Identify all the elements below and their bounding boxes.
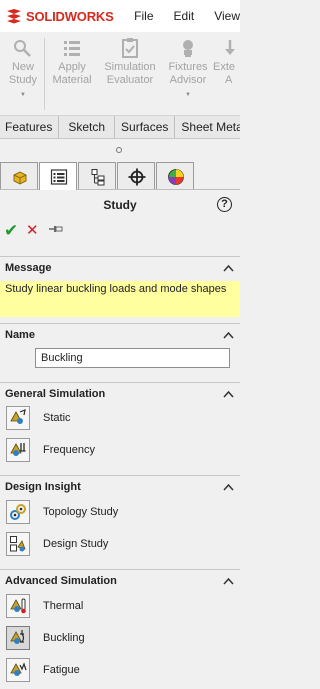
design-study-icon: [6, 532, 30, 556]
collapse-chevron-icon[interactable]: [223, 570, 234, 601]
study-type-fatigue[interactable]: Fatigue: [6, 657, 80, 683]
collapse-chevron-icon[interactable]: [223, 383, 234, 414]
apply-material-button[interactable]: Apply Material: [45, 36, 99, 86]
propertymanager-tab[interactable]: [39, 162, 77, 190]
simulation-evaluator-button[interactable]: Simulation Evaluator: [103, 36, 157, 86]
solidworks-logo[interactable]: SOLIDWORKS: [0, 8, 114, 24]
thermal-study-icon: [6, 594, 30, 618]
tab-sheet-metal[interactable]: Sheet Metal: [175, 116, 240, 138]
simulation-evaluator-icon: [122, 38, 138, 58]
configurationmanager-tab[interactable]: [78, 162, 116, 189]
splitter-handle-icon[interactable]: [116, 147, 122, 153]
apply-material-icon: [64, 41, 80, 56]
study-type-thermal[interactable]: Thermal: [6, 593, 83, 619]
tab-surfaces[interactable]: Surfaces: [115, 116, 176, 138]
message-group-header[interactable]: Message: [0, 256, 240, 278]
static-study-icon: [6, 406, 30, 430]
dimxpertmanager-icon: [128, 168, 146, 186]
design-insight-group-header[interactable]: Design Insight: [0, 475, 240, 497]
displaymanager-tab[interactable]: [156, 162, 194, 189]
featuremanager-icon: [13, 171, 27, 185]
command-manager-tabs: Features Sketch Surfaces Sheet Metal: [0, 116, 240, 139]
menu-bar: File Edit View: [134, 9, 240, 23]
ok-check-icon[interactable]: ✔: [4, 221, 26, 241]
message-text: Study linear buckling loads and mode sha…: [0, 281, 240, 317]
advanced-simulation-group-header[interactable]: Advanced Simulation: [0, 569, 240, 591]
study-type-buckling[interactable]: Buckling: [6, 625, 85, 651]
tab-features[interactable]: Features: [0, 116, 60, 138]
logo-text: SOLIDWORKS: [26, 8, 114, 24]
panel-splitter[interactable]: [0, 140, 240, 160]
title-bar: SOLIDWORKS File Edit View: [0, 0, 240, 32]
property-manager-title: Study: [103, 198, 137, 212]
fatigue-study-icon: [6, 658, 30, 682]
help-icon[interactable]: ?: [217, 197, 232, 212]
fixtures-advisor-button[interactable]: Fixtures Advisor ▼: [161, 36, 215, 102]
ds-logo-icon: [5, 8, 23, 24]
study-type-frequency[interactable]: Frequency: [6, 437, 95, 463]
featuremanager-tab[interactable]: [0, 162, 38, 189]
study-type-static[interactable]: Static: [6, 405, 71, 431]
general-simulation-group-header[interactable]: General Simulation: [0, 382, 240, 404]
cancel-x-icon[interactable]: ✕: [26, 221, 48, 241]
study-type-topology[interactable]: Topology Study: [6, 499, 118, 525]
collapse-chevron-icon[interactable]: [223, 476, 234, 507]
displaymanager-icon: [168, 169, 184, 185]
study-name-input[interactable]: Buckling: [35, 348, 230, 368]
pin-icon[interactable]: [48, 221, 70, 241]
new-study-button[interactable]: New Study ▼: [0, 36, 50, 102]
tab-sketch[interactable]: Sketch: [59, 116, 116, 138]
new-study-icon: [14, 40, 31, 57]
external-loads-button[interactable]: Exte A: [213, 36, 240, 86]
confirm-row: ✔ ✕: [4, 220, 70, 242]
menu-view[interactable]: View: [214, 9, 240, 23]
configurationmanager-icon: [91, 169, 105, 186]
frequency-study-icon: [6, 438, 30, 462]
menu-edit[interactable]: Edit: [174, 9, 195, 23]
menu-file[interactable]: File: [134, 9, 153, 23]
command-manager: New Study ▼ Apply Material Simulation Ev…: [0, 32, 240, 116]
name-group-header[interactable]: Name: [0, 323, 240, 345]
manager-tabs: [0, 160, 240, 190]
propertymanager-icon: [50, 169, 68, 185]
fixtures-advisor-dropdown-icon[interactable]: ▼: [161, 89, 215, 102]
external-loads-icon: [225, 40, 235, 55]
topology-study-icon: [6, 500, 30, 524]
buckling-study-icon: [6, 626, 30, 650]
new-study-dropdown-icon[interactable]: ▼: [0, 89, 50, 102]
fixtures-advisor-icon: [183, 40, 193, 57]
dimxpertmanager-tab[interactable]: [117, 162, 155, 189]
study-type-design[interactable]: Design Study: [6, 531, 108, 557]
